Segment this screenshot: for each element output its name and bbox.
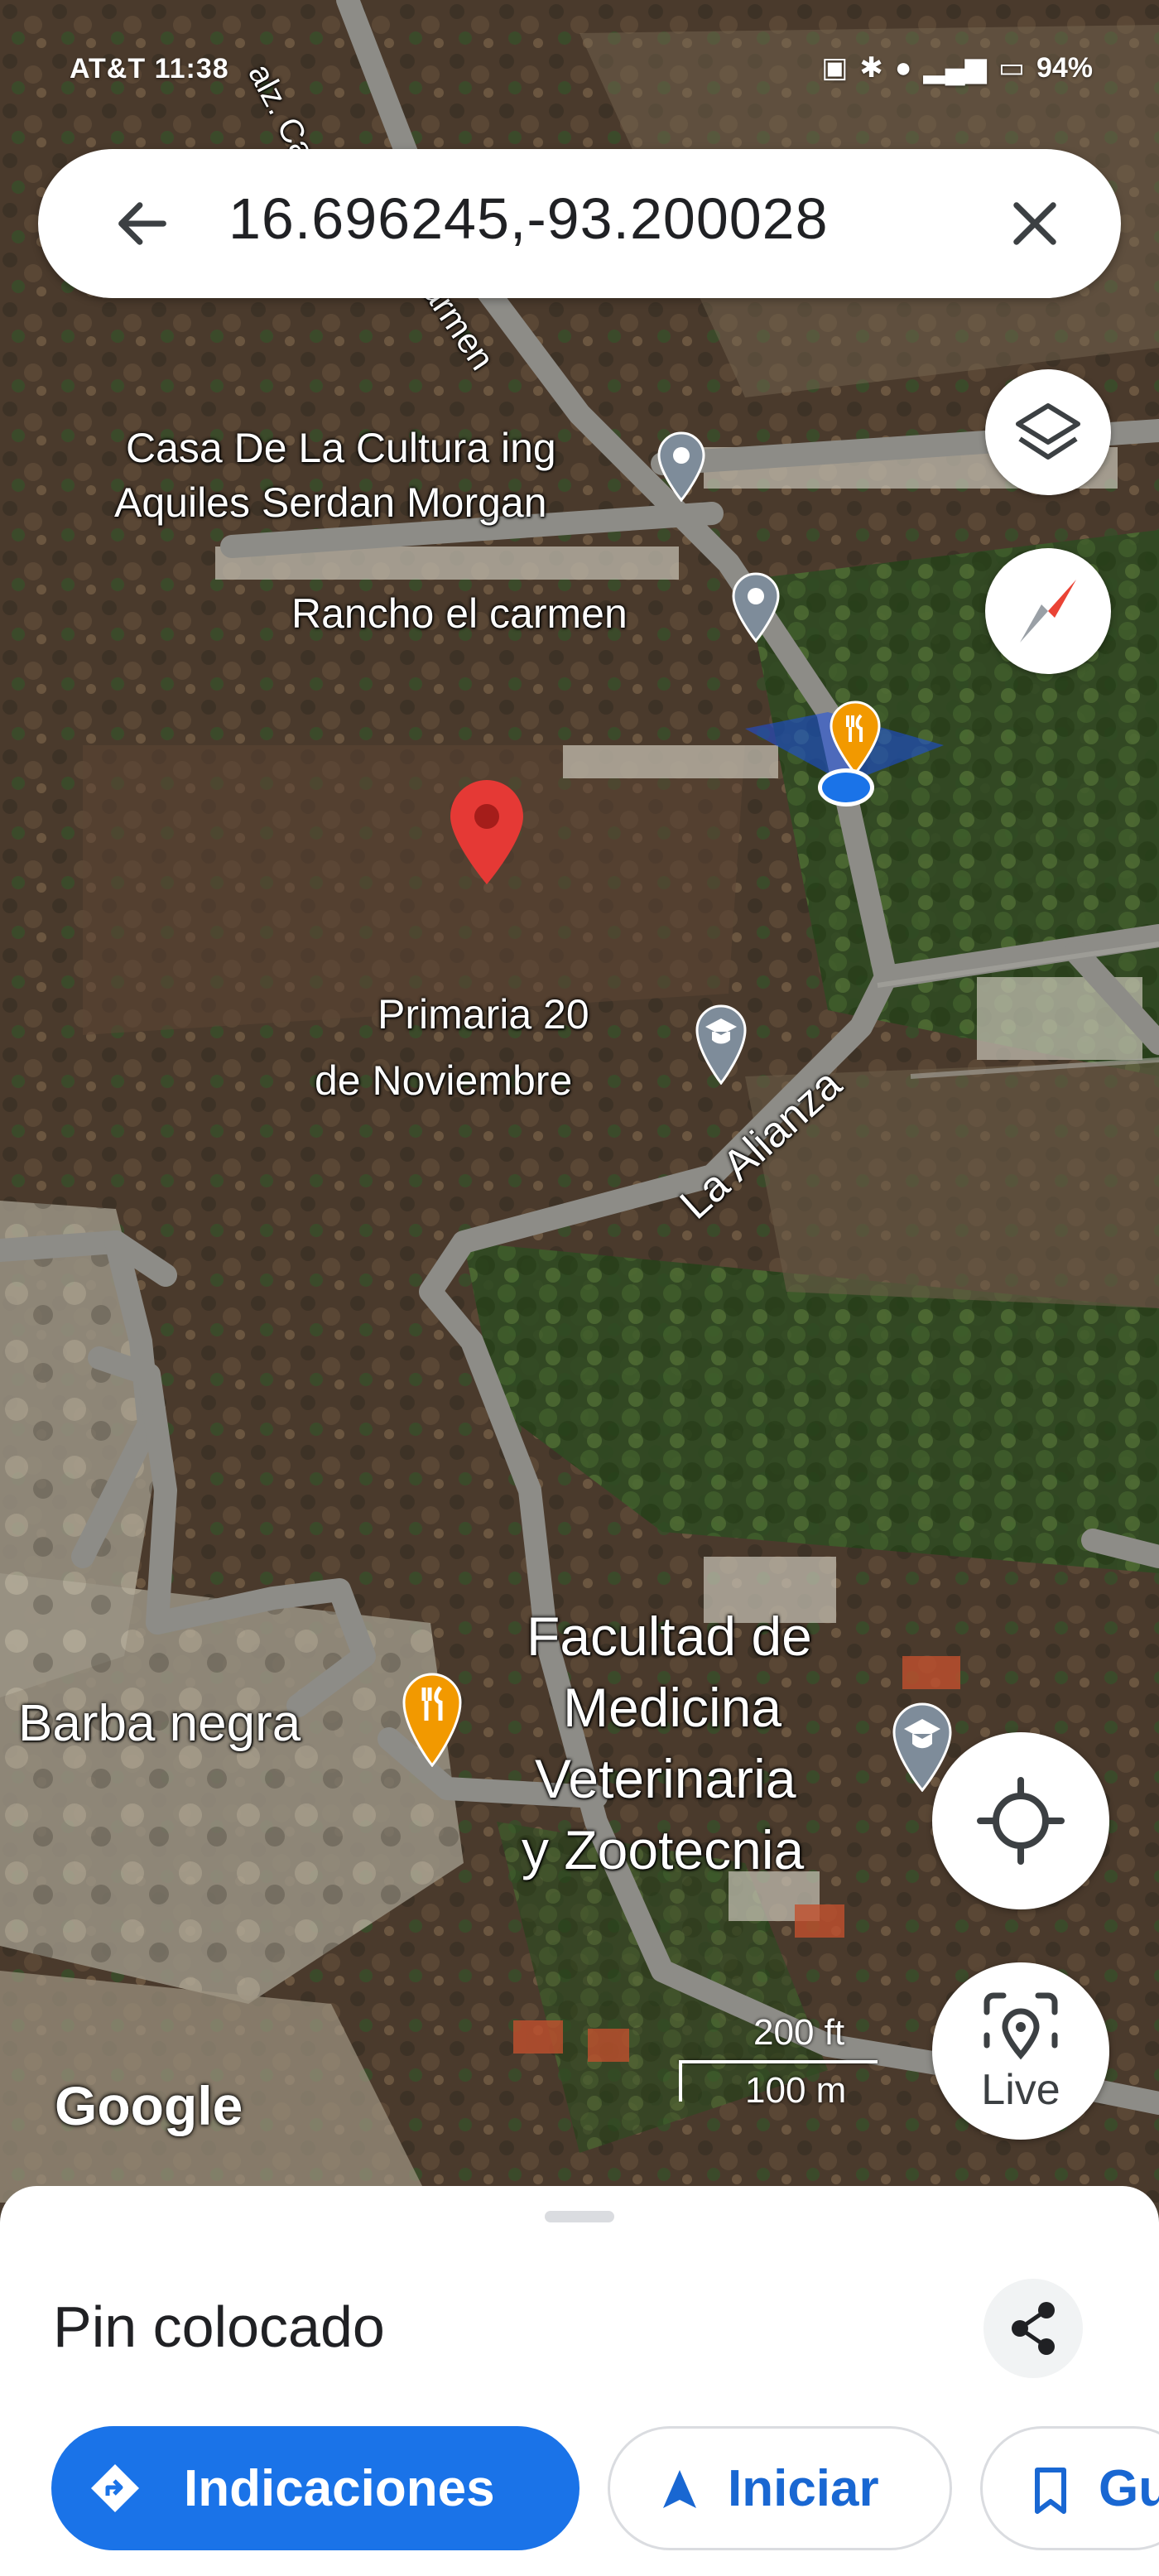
layers-button[interactable] [985,369,1111,495]
compass-button[interactable] [985,548,1111,674]
scale-bar [679,2060,878,2063]
place-label-facultad-line4: y Zootecnia [522,1819,805,1880]
place-label-casa-cultura-line1: Casa De La Cultura ing [126,425,556,471]
search-bar[interactable]: 16.696245,-93.200028 [38,149,1121,298]
location-icon: ● [894,51,912,84]
carrier-time: AT&T 11:38 [70,53,229,84]
poi-pin-primaria[interactable] [694,1002,748,1085]
battery-percent: 94% [1036,51,1093,84]
close-icon[interactable] [1003,192,1066,255]
save-label: Gu [1099,2459,1159,2517]
place-label-casa-cultura-line2: Aquiles Serdan Morgan [114,479,547,526]
bluetooth-icon: ✱ [859,52,883,84]
poi-pin-restaurant[interactable] [828,701,882,775]
start-button[interactable]: Iniciar [608,2426,952,2550]
directions-label: Indicaciones [184,2459,495,2517]
bookmark-icon [1035,2468,1066,2514]
back-arrow-icon[interactable] [111,192,174,255]
poi-pin-barba-negra[interactable] [401,1671,464,1767]
poi-pin-casa-cultura[interactable] [656,431,707,502]
compass-icon [1020,580,1076,643]
place-label-barba-negra: Barba negra [18,1695,301,1752]
search-query[interactable]: 16.696245,-93.200028 [228,185,829,252]
scale-metric: 100 m [745,2070,847,2111]
place-label-primaria-line2: de Noviembre [315,1057,573,1104]
place-label-primaria-line1: Primaria 20 [378,991,589,1038]
drag-handle[interactable] [545,2211,614,2222]
bottom-sheet[interactable]: Pin colocado Indicaciones Iniciar Gu [0,2186,1159,2576]
directions-button[interactable]: Indicaciones [51,2426,580,2550]
scale-imperial: 200 ft [753,2012,845,2053]
nfc-icon: ▣ [821,52,849,84]
dropped-pin[interactable] [447,778,527,886]
navigation-arrow-icon [663,2470,696,2508]
live-view-button[interactable]: Live [932,1962,1109,2140]
share-button[interactable] [983,2279,1083,2378]
scale-tick [679,2060,682,2102]
poi-pin-rancho[interactable] [730,571,781,643]
status-bar: AT&T 11:38 ▣ ✱ ● ▂▄▆ ▭ 94% [0,0,1159,108]
place-label-facultad-line1: Facultad de [527,1606,812,1667]
sheet-title: Pin colocado [53,2294,385,2359]
live-label: Live [981,2066,1060,2114]
directions-icon [91,2464,139,2512]
my-location-button[interactable] [932,1732,1109,1909]
layers-icon [1016,403,1080,460]
place-label-facultad-line3: Veterinaria [535,1748,796,1809]
google-attribution: Google [55,2075,243,2136]
map-scale: 200 ft 100 m [679,2012,886,2111]
save-button[interactable]: Gu [980,2426,1159,2550]
my-location-dot [818,768,874,807]
place-label-rancho: Rancho el carmen [291,590,628,637]
battery-icon: ▭ [998,52,1025,84]
satellite-map[interactable]: AT&T 11:38 ▣ ✱ ● ▂▄▆ ▭ 94% alz. Campi ar… [0,0,1159,2203]
my-location-icon [977,1777,1065,1865]
start-label: Iniciar [728,2459,879,2517]
place-label-facultad-line2: Medicina [563,1677,782,1738]
signal-icon: ▂▄▆ [923,52,987,84]
status-icons: ▣ ✱ ● ▂▄▆ ▭ 94% [821,51,1093,84]
share-icon [1012,2302,1055,2355]
